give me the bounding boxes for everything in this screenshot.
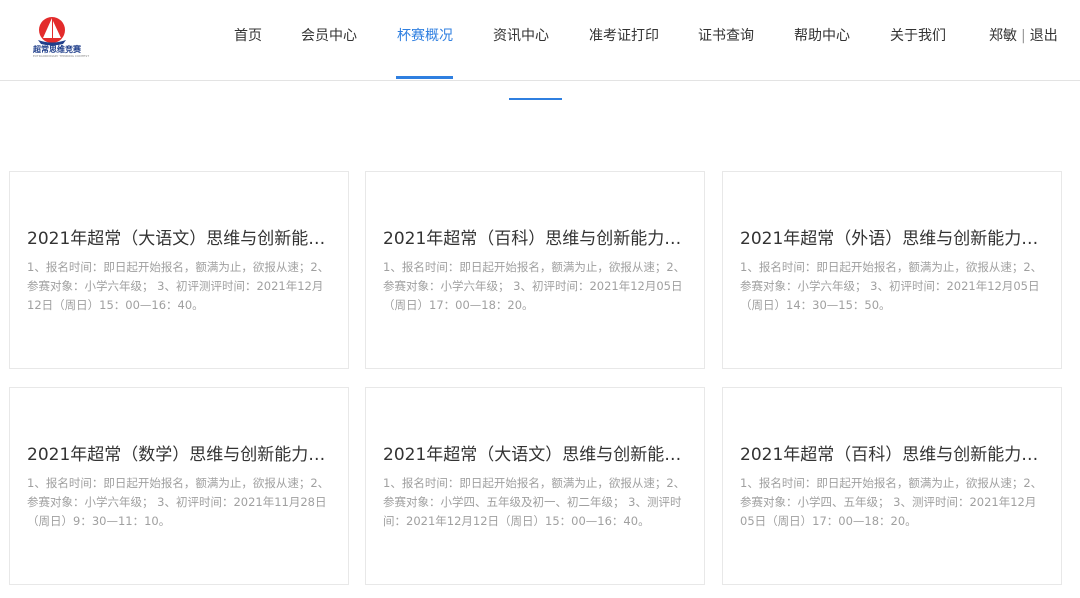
contest-card-description: 1、报名时间：即日起开始报名，额满为止，欲报从速；2、参赛对象：小学四、五年级及… (383, 476, 686, 528)
nav-item-member-center[interactable]: 会员中心 (301, 0, 357, 80)
contest-card-description: 1、报名时间：即日起开始报名，额满为止，欲报从速；2、参赛对象：小学六年级； 3… (383, 260, 686, 312)
contest-card-description: 1、报名时间：即日起开始报名，额满为止，欲报从速；2、参赛对象：小学六年级； 3… (740, 260, 1043, 312)
section-title-underline (509, 98, 562, 100)
username-link[interactable]: 郑敏 (989, 28, 1017, 44)
contest-card-description: 1、报名时间：即日起开始报名，额满为止，欲报从速；2、参赛对象：小学六年级； 3… (27, 476, 330, 528)
contest-card[interactable]: 2021年超常（外语）思维与创新能力测评 1、报名时间：即日起开始报名，额满为止… (722, 171, 1062, 369)
contest-card-description: 1、报名时间：即日起开始报名，额满为止，欲报从速；2、参赛对象：小学四、五年级；… (740, 476, 1043, 528)
logout-link[interactable]: 退出 (1030, 28, 1058, 44)
user-separator: | (1021, 28, 1026, 44)
nav-item-about-us[interactable]: 关于我们 (890, 0, 946, 80)
contest-card-title[interactable]: 2021年超常（大语文）思维与创新能力测评 (27, 224, 333, 249)
nav-item-admission-ticket[interactable]: 准考证打印 (589, 0, 659, 80)
contest-card[interactable]: 2021年超常（数学）思维与创新能力测评 1、报名时间：即日起开始报名，额满为止… (9, 387, 349, 585)
site-header: 超常思维竞赛 EXTRAORDINARY THINKING CONTEST 首页… (0, 0, 1080, 81)
contest-card-description: 1、报名时间：即日起开始报名，额满为止，欲报从速；2、参赛对象：小学六年级； 3… (27, 260, 330, 312)
active-tab-indicator (396, 76, 453, 79)
contest-card-title[interactable]: 2021年超常（百科）思维与创新能力测评 (740, 440, 1046, 465)
contest-card[interactable]: 2021年超常（大语文）思维与创新能力测评 1、报名时间：即日起开始报名，额满为… (9, 171, 349, 369)
nav-item-news-center[interactable]: 资讯中心 (493, 0, 549, 80)
nav-item-certificate-query[interactable]: 证书查询 (698, 0, 754, 80)
contest-card-title[interactable]: 2021年超常（大语文）思维与创新能力测评 (383, 440, 689, 465)
contest-card[interactable]: 2021年超常（百科）思维与创新能力测评 1、报名时间：即日起开始报名，额满为止… (722, 387, 1062, 585)
contest-card-title[interactable]: 2021年超常（外语）思维与创新能力测评 (740, 224, 1046, 249)
nav-item-home[interactable]: 首页 (234, 0, 262, 80)
contest-card-title[interactable]: 2021年超常（数学）思维与创新能力测评 (27, 440, 333, 465)
nav-item-cup-overview[interactable]: 杯赛概况 (397, 0, 453, 80)
contest-card[interactable]: 2021年超常（大语文）思维与创新能力测评 1、报名时间：即日起开始报名，额满为… (365, 387, 705, 585)
brand-subtitle: EXTRAORDINARY THINKING CONTEST (33, 54, 90, 58)
nav-item-help-center[interactable]: 帮助中心 (794, 0, 850, 80)
contest-card-title[interactable]: 2021年超常（百科）思维与创新能力测评 (383, 224, 689, 249)
user-area: 郑敏 | 退出 (989, 0, 1058, 72)
contest-card[interactable]: 2021年超常（百科）思维与创新能力测评 1、报名时间：即日起开始报名，额满为止… (365, 171, 705, 369)
